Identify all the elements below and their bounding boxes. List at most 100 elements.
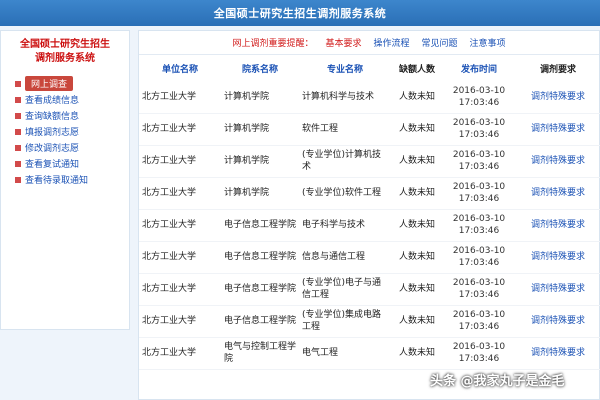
date-value: 2016-03-10 <box>452 118 506 128</box>
date-value: 2016-03-10 <box>452 150 506 160</box>
date-value: 2016-03-10 <box>452 214 506 224</box>
sidebar: 全国硕士研究生招生 调剂服务系统 网上调查 查看成绩信息 查询缺额信息 填报调剂… <box>0 30 130 330</box>
sidebar-item-retest-notice[interactable]: 查看复试通知 <box>15 156 129 171</box>
cell-requirements-link[interactable]: 调剂特殊要求 <box>515 81 600 114</box>
cell-unit: 北方工业大学 <box>139 241 221 274</box>
table-row: 北方工业大学 计算机学院 (专业学位)软件工程 人数未知 2016-03-10 17:03… <box>139 177 600 210</box>
table-row: 北方工业大学 计算机学院 计算机科学与技术 人数未知 2016-03-10 17:03:4… <box>139 81 600 114</box>
sidebar-title: 全国硕士研究生招生 调剂服务系统 <box>1 31 129 72</box>
col-header-vacancy: 缺额人数 <box>398 64 435 75</box>
col-header-dept: 院系名称 <box>241 64 278 75</box>
cell-date: 2016-03-10 17:03:46 <box>443 273 515 306</box>
watermark: 头条 @我家丸子是金毛 <box>430 374 565 389</box>
cell-unit: 北方工业大学 <box>139 273 221 306</box>
cell-unit: 北方工业大学 <box>139 209 221 242</box>
sidebar-item-apply[interactable]: 填报调剂志愿 <box>15 124 129 139</box>
cell-dept: 电气与控制工程学院 <box>221 337 299 370</box>
cell-dept: 电子信息工程学院 <box>221 209 299 242</box>
cell-date: 2016-03-10 17:03:46 <box>443 209 515 242</box>
date-value: 2016-03-10 <box>452 278 506 288</box>
nav-important-reminder[interactable]: 网上调剂重要提醒： <box>232 36 313 49</box>
table-row: 北方工业大学 电子信息工程学院 电子科学与技术 人数未知 2016-03-10 17:03… <box>139 209 600 242</box>
table-row: 北方工业大学 计算机学院 软件工程 人数未知 2016-03-10 17:03:46 调剂特… <box>139 113 600 146</box>
bullet-icon <box>15 160 21 167</box>
cell-major: (专业学位)电子与通信工程 <box>299 273 391 306</box>
cell-vacancy: 人数未知 <box>391 81 443 114</box>
sidebar-item-label: 填报调剂志愿 <box>25 128 80 138</box>
cell-requirements-link[interactable]: 调剂特殊要求 <box>515 145 600 178</box>
sidebar-item-vacancies[interactable]: 查询缺额信息 <box>15 108 129 123</box>
col-header-date: 发布时间 <box>460 64 497 75</box>
cell-major: 计算机科学与技术 <box>299 81 391 114</box>
nav-notes[interactable]: 注意事项 <box>470 36 506 49</box>
sidebar-item-admission-notice[interactable]: 查看待录取通知 <box>15 172 129 187</box>
main-panel: 网上调剂重要提醒： 基本要求 操作流程 常见问题 注意事项 单位名称 院系名称 … <box>138 30 600 400</box>
cell-date: 2016-03-10 17:03:46 <box>443 337 515 370</box>
table-row: 北方工业大学 电气与控制工程学院 电气工程 人数未知 2016-03-10 17:03:4… <box>139 337 600 370</box>
cell-major: (专业学位)集成电路工程 <box>299 305 391 338</box>
bullet-icon <box>15 144 21 151</box>
cell-dept: 电子信息工程学院 <box>221 273 299 306</box>
cell-requirements-link[interactable]: 调剂特殊要求 <box>515 305 600 338</box>
cell-requirements-link[interactable]: 调剂特殊要求 <box>515 177 600 210</box>
cell-unit: 北方工业大学 <box>139 113 221 146</box>
sidebar-item-label: 查看成绩信息 <box>25 96 80 106</box>
cell-requirements-link[interactable]: 调剂特殊要求 <box>515 273 600 306</box>
cell-unit: 北方工业大学 <box>139 81 221 114</box>
cell-vacancy: 人数未知 <box>391 209 443 242</box>
cell-major: 电气工程 <box>299 337 391 370</box>
sidebar-title-line1: 全国硕士研究生招生 <box>20 39 110 50</box>
time-value: 17:03:46 <box>458 226 500 236</box>
date-value: 2016-03-10 <box>452 182 506 192</box>
vacancy-table: 单位名称 院系名称 专业名称 缺额人数 发布时间 调剂要求 北方工业大学 计算机学… <box>139 55 600 370</box>
cell-vacancy: 人数未知 <box>391 113 443 146</box>
nav-operation-flow[interactable]: 操作流程 <box>373 36 409 49</box>
sidebar-title-line2: 调剂服务系统 <box>35 53 95 64</box>
cell-vacancy: 人数未知 <box>391 145 443 178</box>
cell-vacancy: 人数未知 <box>391 273 443 306</box>
cell-requirements-link[interactable]: 调剂特殊要求 <box>515 113 600 146</box>
nav-faq[interactable]: 常见问题 <box>422 36 458 49</box>
cell-requirements-link[interactable]: 调剂特殊要求 <box>515 241 600 274</box>
bullet-icon <box>15 176 21 183</box>
sidebar-menu: 网上调查 查看成绩信息 查询缺额信息 填报调剂志愿 修改调剂志愿 查看复试通知 … <box>1 72 129 187</box>
cell-date: 2016-03-10 17:03:46 <box>443 113 515 146</box>
cell-dept: 电子信息工程学院 <box>221 305 299 338</box>
time-value: 17:03:46 <box>458 258 500 268</box>
sidebar-item-modify[interactable]: 修改调剂志愿 <box>15 140 129 155</box>
time-value: 17:03:46 <box>458 194 500 204</box>
page-header: 全国硕士研究生招生调剂服务系统 <box>0 0 600 26</box>
sidebar-item-scores[interactable]: 查看成绩信息 <box>15 92 129 107</box>
sidebar-item-label: 查看复试通知 <box>25 160 80 170</box>
cell-major: (专业学位)计算机技术 <box>299 145 391 178</box>
cell-dept: 计算机学院 <box>221 177 299 210</box>
cell-major: 信息与通信工程 <box>299 241 391 274</box>
cell-unit: 北方工业大学 <box>139 145 221 178</box>
sidebar-item-label: 修改调剂志愿 <box>25 144 80 154</box>
bullet-icon <box>15 112 21 119</box>
cell-requirements-link[interactable]: 调剂特殊要求 <box>515 209 600 242</box>
cell-date: 2016-03-10 17:03:46 <box>443 81 515 114</box>
cell-dept: 计算机学院 <box>221 113 299 146</box>
sidebar-item-label: 查询缺额信息 <box>25 112 80 122</box>
cell-requirements-link[interactable]: 调剂特殊要求 <box>515 337 600 370</box>
cell-major: 软件工程 <box>299 113 391 146</box>
cell-dept: 计算机学院 <box>221 81 299 114</box>
cell-vacancy: 人数未知 <box>391 305 443 338</box>
col-header-requirements: 调剂要求 <box>539 64 576 75</box>
cell-date: 2016-03-10 17:03:46 <box>443 305 515 338</box>
cell-vacancy: 人数未知 <box>391 337 443 370</box>
time-value: 17:03:46 <box>458 322 500 332</box>
table-row: 北方工业大学 电子信息工程学院 信息与通信工程 人数未知 2016-03-10 17:03… <box>139 241 600 274</box>
date-value: 2016-03-10 <box>452 342 506 352</box>
date-value: 2016-03-10 <box>452 310 506 320</box>
nav-basic-requirements[interactable]: 基本要求 <box>325 36 361 49</box>
cell-unit: 北方工业大学 <box>139 337 221 370</box>
sidebar-item-online-survey[interactable]: 网上调查 <box>15 76 129 91</box>
cell-major: 电子科学与技术 <box>299 209 391 242</box>
cell-vacancy: 人数未知 <box>391 241 443 274</box>
time-value: 17:03:46 <box>458 97 500 108</box>
cell-date: 2016-03-10 17:03:46 <box>443 241 515 274</box>
date-value: 2016-03-10 <box>452 85 506 96</box>
cell-date: 2016-03-10 17:03:46 <box>443 145 515 178</box>
